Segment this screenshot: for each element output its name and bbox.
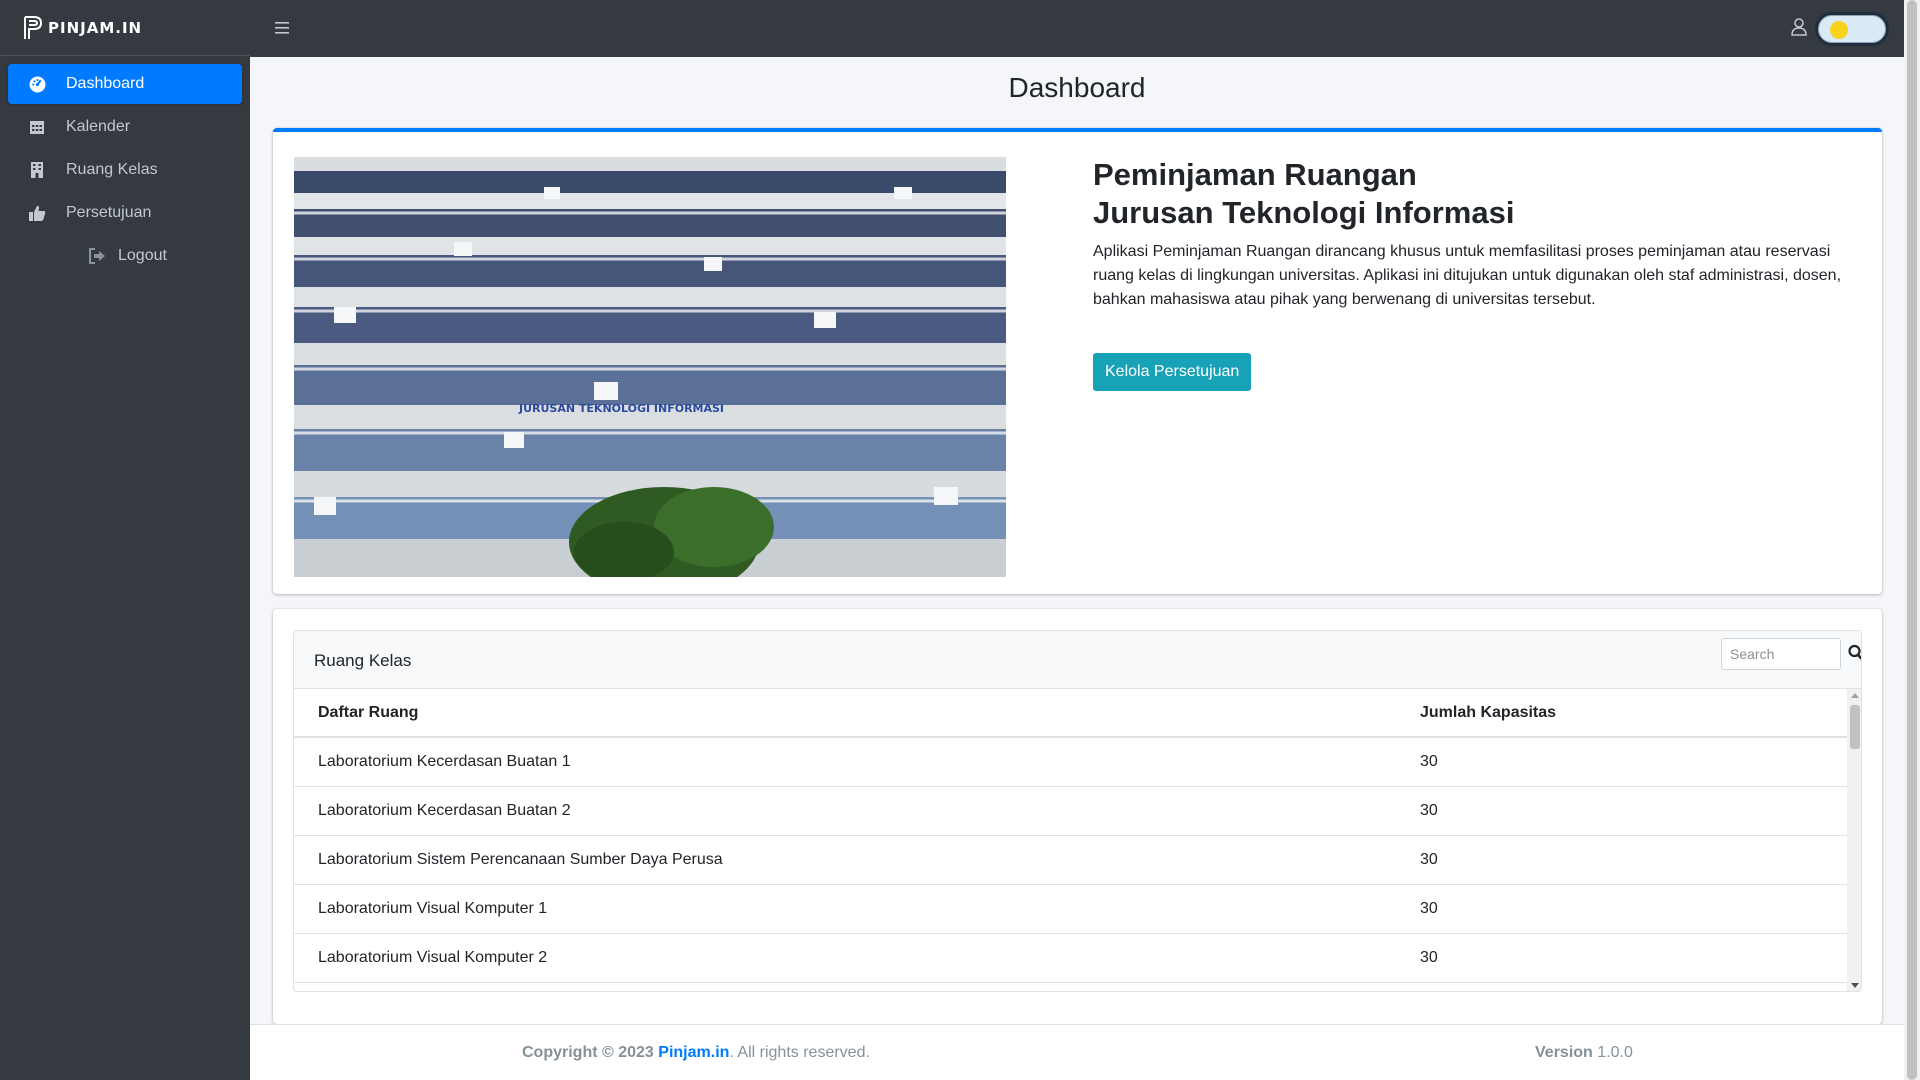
calendar-icon [28, 118, 46, 136]
room-capacity-cell: 30 [1396, 933, 1847, 983]
search-icon[interactable] [1847, 643, 1862, 663]
table-row[interactable]: Laboratorium Kecerdasan Buatan 2 30 [294, 786, 1847, 836]
hero-card: JURUSAN TEKNOLOGI INFORMASI Peminjaman R… [273, 128, 1882, 594]
sidebar-item-label: Logout [118, 247, 167, 264]
sun-icon [1830, 21, 1848, 39]
sidebar-item-label: Kalender [66, 118, 131, 135]
table-header-row: Daftar Ruang Jumlah Kapasitas [294, 689, 1847, 738]
hero-description: Aplikasi Peminjaman Ruangan dirancang kh… [1093, 243, 1842, 308]
rooms-table: Daftar Ruang Jumlah Kapasitas Laboratori… [294, 689, 1847, 983]
sidebar-item-label: Persetujuan [66, 204, 152, 221]
kelola-persetujuan-button[interactable]: Kelola Persetujuan [1093, 353, 1252, 391]
rooms-card: Ruang Kelas Daftar Ruang Jumlah Kapasita… [273, 609, 1882, 1024]
page-scrollbar-thumb[interactable] [1907, 0, 1917, 1080]
room-name-cell: Laboratorium Sistem Perencanaan Sumber D… [294, 835, 1396, 885]
column-header-daftar-ruang[interactable]: Daftar Ruang [294, 689, 1396, 738]
footer-copyright: Copyright © 2023 Pinjam.in. All rights r… [522, 1044, 870, 1062]
sign-out-icon [88, 247, 106, 265]
footer-suffix: . All rights reserved. [729, 1044, 870, 1061]
footer-version: Version 1.0.0 [1535, 1044, 1633, 1062]
sidebar-item-persetujuan[interactable]: Persetujuan [8, 193, 242, 233]
table-row[interactable]: Laboratorium Sistem Perencanaan Sumber D… [294, 835, 1847, 885]
thumbs-up-icon [28, 204, 46, 222]
sidebar-item-label: Ruang Kelas [66, 161, 158, 178]
room-name-cell: Laboratorium Kecerdasan Buatan 2 [294, 786, 1396, 836]
room-name-cell: Laboratorium Visual Komputer 1 [294, 884, 1396, 934]
hero-heading: Peminjaman Ruangan Jurusan Teknologi Inf… [1093, 156, 1514, 232]
table-row[interactable]: Laboratorium Kecerdasan Buatan 1 30 [294, 737, 1847, 787]
theme-toggle[interactable] [1815, 12, 1889, 46]
search-input[interactable] [1721, 638, 1841, 670]
sidebar-item-kalender[interactable]: Kalender [8, 107, 242, 147]
rooms-card-header: Ruang Kelas [294, 631, 1861, 689]
column-header-jumlah-kapasitas[interactable]: Jumlah Kapasitas [1396, 689, 1847, 738]
table-scrollbar[interactable] [1847, 689, 1861, 991]
room-capacity-cell: 30 [1396, 884, 1847, 934]
sidebar-nav: Dashboard Kalender Ruang Kelas Persetuju… [0, 56, 250, 287]
brand-name: PINJAM.IN [48, 18, 143, 37]
room-name-cell: Laboratorium Kecerdasan Buatan 1 [294, 737, 1396, 787]
room-capacity-cell: 30 [1396, 835, 1847, 885]
sidebar-item-logout[interactable]: Logout [8, 236, 242, 276]
rooms-table-wrapper[interactable]: Daftar Ruang Jumlah Kapasitas Laboratori… [294, 689, 1847, 991]
top-navbar [250, 0, 1904, 57]
table-row[interactable]: Laboratorium Visual Komputer 2 30 [294, 933, 1847, 983]
room-capacity-cell: 30 [1396, 786, 1847, 836]
hamburger-menu-icon[interactable] [274, 18, 290, 38]
page-title: Dashboard [1008, 72, 1146, 103]
tachometer-icon [28, 75, 46, 93]
rooms-card-title: Ruang Kelas [314, 651, 412, 670]
hero-heading-line2: Jurusan Teknologi Informasi [1093, 195, 1515, 230]
version-label: Version [1535, 1044, 1593, 1061]
scroll-down-arrow-icon[interactable] [1851, 983, 1859, 988]
sidebar: PINJAM.IN Dashboard Kalender Ruang Kelas… [0, 0, 250, 1080]
copyright-text: Copyright © 2023 [522, 1044, 654, 1061]
user-icon[interactable] [1790, 17, 1808, 37]
building-photo: JURUSAN TEKNOLOGI INFORMASI [294, 157, 1006, 577]
sidebar-item-ruang-kelas[interactable]: Ruang Kelas [8, 150, 242, 190]
building-icon [28, 161, 46, 179]
scroll-up-arrow-icon[interactable] [1851, 693, 1859, 698]
rooms-table-card: Ruang Kelas Daftar Ruang Jumlah Kapasita… [293, 630, 1862, 992]
footer-brand-link[interactable]: Pinjam.in [658, 1044, 729, 1061]
hero-heading-line1: Peminjaman Ruangan [1093, 157, 1417, 192]
version-value: 1.0.0 [1597, 1044, 1633, 1061]
table-scrollbar-thumb[interactable] [1850, 705, 1860, 749]
page-scrollbar[interactable] [1904, 0, 1920, 1080]
sidebar-item-label: Dashboard [66, 75, 145, 92]
sidebar-item-dashboard[interactable]: Dashboard [8, 64, 242, 104]
brand[interactable]: PINJAM.IN [0, 0, 250, 56]
building-sign-text: JURUSAN TEKNOLOGI INFORMASI [518, 402, 724, 415]
room-name-cell: Laboratorium Visual Komputer 2 [294, 933, 1396, 983]
table-row[interactable]: Laboratorium Visual Komputer 1 30 [294, 884, 1847, 934]
room-capacity-cell: 30 [1396, 737, 1847, 787]
footer: Copyright © 2023 Pinjam.in. All rights r… [250, 1024, 1904, 1080]
brand-logo-icon [24, 15, 43, 39]
